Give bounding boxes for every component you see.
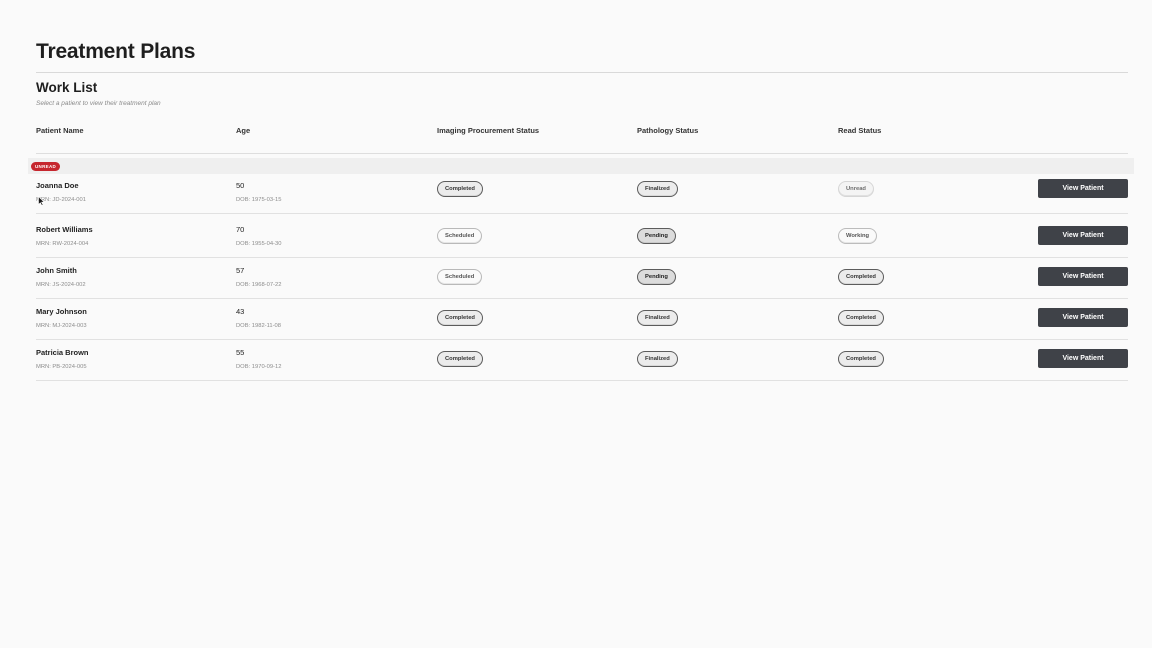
patient-name: Joanna Doe: [36, 181, 79, 190]
patient-name: Robert Williams: [36, 225, 93, 234]
imaging-status-badge: Completed: [437, 181, 483, 197]
row-divider: [36, 213, 1128, 214]
patient-age: 43: [236, 307, 245, 316]
header-read-status: Read Status: [838, 126, 882, 135]
read-status-badge: Working: [838, 228, 878, 244]
patient-mrn: MRN: PB-2024-005: [36, 364, 87, 370]
view-patient-button[interactable]: View Patient: [1038, 267, 1128, 286]
imaging-status-badge: Scheduled: [437, 228, 483, 244]
unread-row-highlight: [28, 158, 1134, 174]
view-patient-button[interactable]: View Patient: [1038, 308, 1128, 327]
read-status-badge: Unread: [838, 181, 874, 197]
title-divider: [36, 72, 1128, 73]
pathology-status-badge: Finalized: [637, 181, 678, 197]
view-patient-button[interactable]: View Patient: [1038, 179, 1128, 198]
row-divider: [36, 257, 1128, 258]
pathology-status-badge: Pending: [637, 269, 676, 285]
mouse-pointer-icon: [38, 196, 45, 206]
row-divider: [36, 298, 1128, 299]
imaging-status-badge: Completed: [437, 310, 483, 326]
patient-dob: DOB: 1968-07-22: [236, 282, 282, 288]
pathology-status-badge: Pending: [637, 228, 676, 244]
patient-age: 50: [236, 181, 245, 190]
imaging-status-badge: Scheduled: [437, 269, 483, 285]
header-patient-name: Patient Name: [36, 126, 84, 135]
row-divider: [36, 380, 1128, 381]
unread-tag: UNREAD: [31, 162, 61, 171]
header-divider: [36, 153, 1128, 154]
table-row[interactable]: John Smith MRN: JS-2024-002 57 DOB: 1968…: [36, 266, 1128, 307]
patient-dob: DOB: 1970-09-12: [236, 364, 282, 370]
header-pathology-status: Pathology Status: [637, 126, 699, 135]
patient-dob: DOB: 1955-04-30: [236, 241, 282, 247]
pathology-status-badge: Finalized: [637, 310, 678, 326]
table-row[interactable]: Robert Williams MRN: RW-2024-004 70 DOB:…: [36, 225, 1128, 266]
header-imaging-status: Imaging Procurement Status: [437, 126, 540, 135]
table-row[interactable]: Patricia Brown MRN: PB-2024-005 55 DOB: …: [36, 348, 1128, 389]
read-status-badge: Completed: [838, 310, 884, 326]
patient-mrn: MRN: MJ-2024-003: [36, 323, 87, 329]
pathology-status-badge: Finalized: [637, 351, 678, 367]
patient-name: John Smith: [36, 266, 77, 275]
read-status-badge: Completed: [838, 269, 884, 285]
patient-name: Mary Johnson: [36, 307, 87, 316]
section-title: Work List: [36, 80, 98, 95]
patient-age: 55: [236, 348, 245, 357]
patient-mrn: MRN: JS-2024-002: [36, 282, 86, 288]
patient-age: 70: [236, 225, 245, 234]
page-title: Treatment Plans: [36, 40, 196, 63]
row-divider: [36, 339, 1128, 340]
read-status-badge: Completed: [838, 351, 884, 367]
patient-age: 57: [236, 266, 245, 275]
patient-dob: DOB: 1975-03-15: [236, 197, 282, 203]
view-patient-button[interactable]: View Patient: [1038, 226, 1128, 245]
section-subtitle: Select a patient to view their treatment…: [36, 100, 161, 107]
patient-dob: DOB: 1982-11-08: [236, 323, 282, 329]
table-row[interactable]: Joanna Doe MRN: JD-2024-001 50 DOB: 1975…: [36, 179, 1128, 222]
view-patient-button[interactable]: View Patient: [1038, 349, 1128, 368]
table-row[interactable]: Mary Johnson MRN: MJ-2024-003 43 DOB: 19…: [36, 307, 1128, 348]
header-age: Age: [236, 126, 251, 135]
imaging-status-badge: Completed: [437, 351, 483, 367]
patient-name: Patricia Brown: [36, 348, 89, 357]
patient-mrn: MRN: RW-2024-004: [36, 241, 89, 247]
